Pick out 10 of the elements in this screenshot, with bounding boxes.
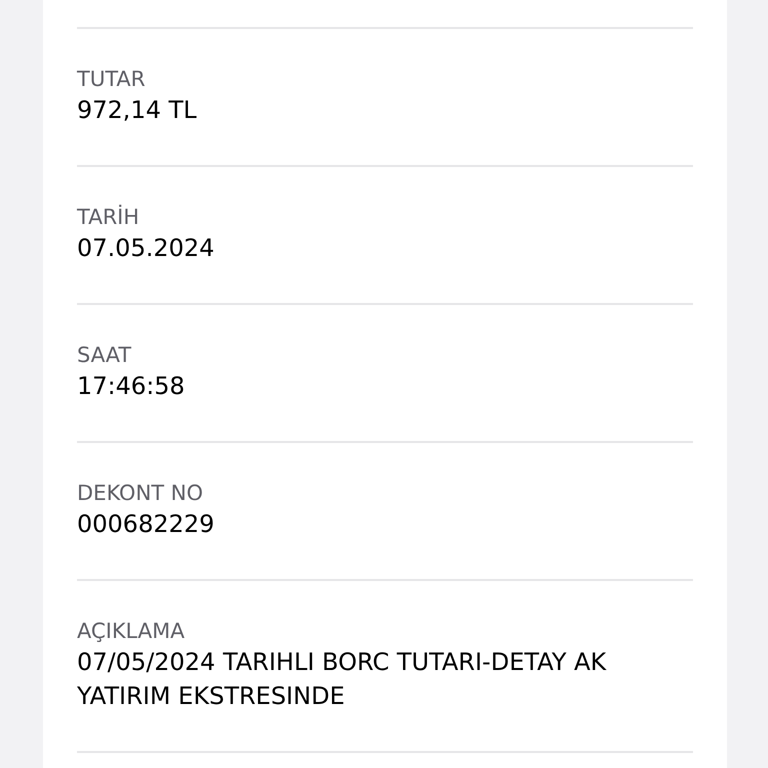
field-value: 17:46:58: [77, 371, 186, 402]
field-value: 07/05/2024 TARIHLI BORC TUTARI-DETAY AK YATIRIM EKSTRESINDE: [77, 647, 608, 712]
field-label: DEKONT NO: [77, 480, 204, 507]
field-value: 972,14 TL: [77, 95, 198, 126]
field-label: AÇIKLAMA: [77, 618, 186, 645]
field-label: TARİH: [77, 204, 140, 231]
field-label: SAAT: [77, 342, 132, 369]
field-value: 07.05.2024: [77, 233, 216, 264]
field-label: TUTAR: [77, 66, 146, 93]
field-value: 000682229: [77, 509, 216, 540]
